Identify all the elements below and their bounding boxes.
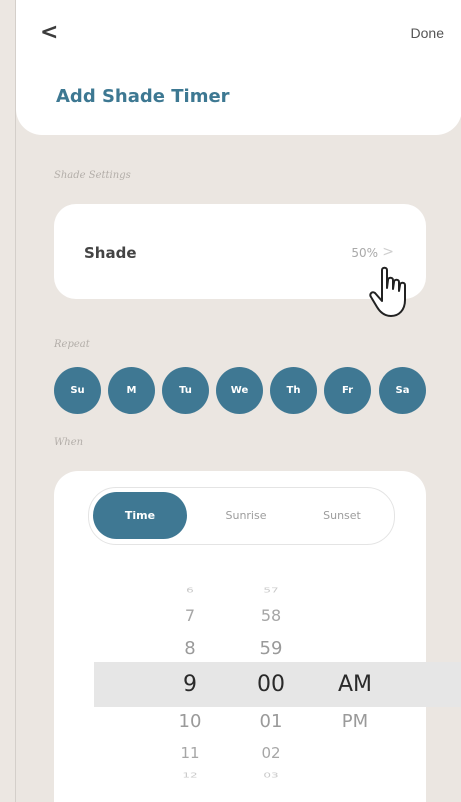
shade-label: Shade [84,244,137,262]
time-mode-segmented-control: Time Sunrise Sunset [88,487,395,545]
minute-option: 03 [263,770,279,780]
repeat-days: Su M Tu We Th Fr Sa [54,367,444,417]
when-picker-card: Time Sunrise Sunset [54,471,426,802]
minute-option-selected: 00 [257,672,285,697]
page-title: Add Shade Timer [56,86,230,107]
minute-option: 01 [259,711,283,732]
hour-option: 12 [182,770,198,780]
minute-option: 02 [261,744,281,762]
hand-pointer-icon [369,266,406,317]
minute-option: 58 [260,606,282,625]
chevron-left-icon: < [40,20,59,45]
minute-option: 57 [263,585,279,595]
hour-option: 7 [184,606,196,625]
tab-sunrise[interactable]: Sunrise [199,492,293,539]
chevron-right-icon: > [382,244,394,260]
repeat-section-label: Repeat [54,339,90,350]
minute-option: 59 [259,638,283,659]
hour-option-selected: 9 [183,672,197,697]
day-toggle-m[interactable]: M [108,367,155,414]
tab-sunset[interactable]: Sunset [295,492,389,539]
shade-value: 50% [351,246,378,260]
day-toggle-we[interactable]: We [216,367,263,414]
day-toggle-tu[interactable]: Tu [162,367,209,414]
hour-option: 11 [180,744,200,762]
hour-option: 10 [178,711,202,732]
period-option-selected: AM [337,672,373,697]
tab-time[interactable]: Time [93,492,187,539]
day-toggle-fr[interactable]: Fr [324,367,371,414]
header-panel: < Done Add Shade Timer [16,0,461,135]
back-button[interactable]: < [40,20,58,46]
period-option: PM [341,711,369,732]
day-toggle-su[interactable]: Su [54,367,101,414]
hour-option: 6 [186,585,194,595]
app-screen: < Done Add Shade Timer Shade Settings Sh… [15,0,461,802]
done-button[interactable]: Done [411,25,444,41]
shade-settings-section-label: Shade Settings [54,170,131,181]
hour-option: 8 [184,638,196,659]
day-toggle-th[interactable]: Th [270,367,317,414]
day-toggle-sa[interactable]: Sa [379,367,426,414]
when-section-label: When [54,437,84,448]
